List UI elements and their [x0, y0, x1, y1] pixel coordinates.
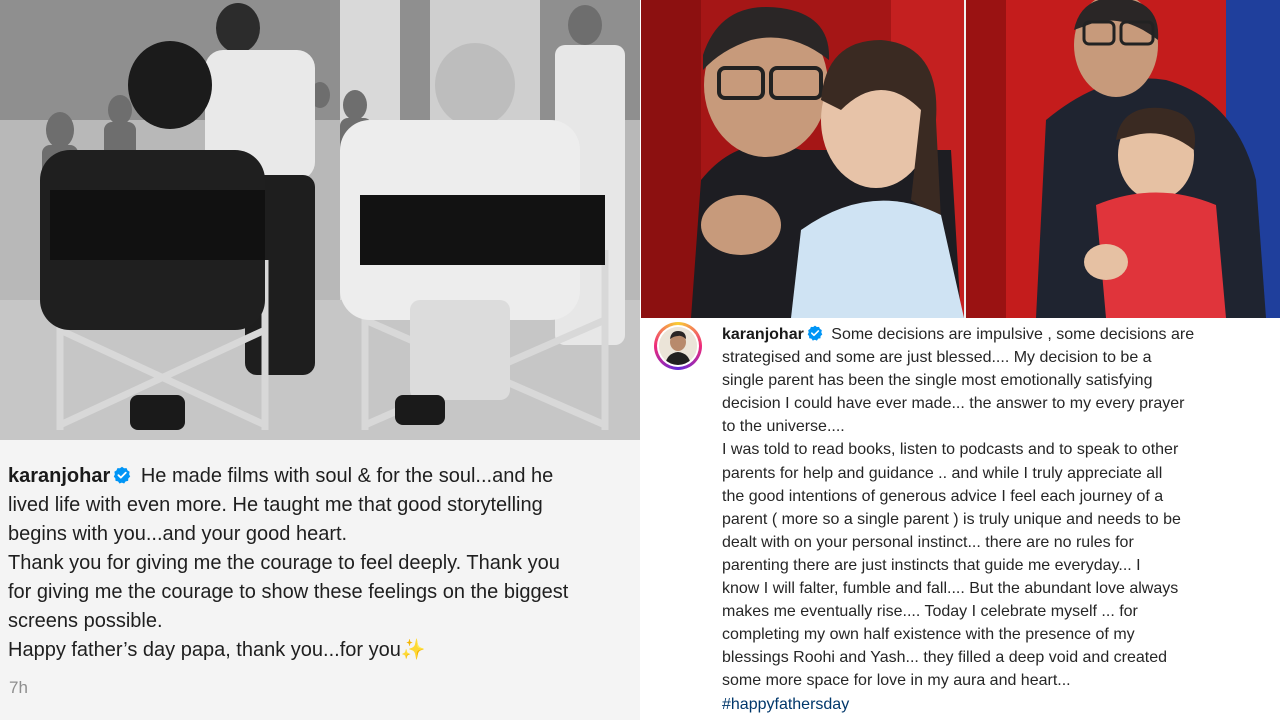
- caption-line: Some decisions are impulsive , some deci…: [831, 326, 1195, 343]
- post-photo-father-daughter[interactable]: [641, 0, 964, 318]
- caption-line: completing my own half existence with th…: [722, 626, 1135, 644]
- left-post: karanjohar He made films with soul & for…: [0, 0, 640, 720]
- sparkles-emoji-icon: ✨: [400, 639, 426, 661]
- caption-line: the good intentions of generous advice I…: [722, 487, 1164, 505]
- caption-line: single parent has been the single most e…: [722, 372, 1153, 390]
- hashtag-link[interactable]: #happyfathersday: [722, 693, 1274, 716]
- caption-line: decision I could have ever made... the a…: [722, 395, 1185, 413]
- caption-line: Thank you for giving me the courage to f…: [8, 552, 560, 574]
- verified-badge-icon: [113, 464, 131, 484]
- caption-line: begins with you...and your good heart.: [8, 523, 348, 545]
- right-post-caption: karanjohar Some decisions are impulsive …: [722, 323, 1274, 716]
- caption-line: makes me eventually rise.... Today I cel…: [722, 603, 1138, 621]
- caption-line: Happy father’s day papa, thank you...for…: [8, 639, 401, 661]
- username[interactable]: karanjohar: [722, 326, 804, 343]
- caption-line: parenting there are just instincts that …: [722, 556, 1141, 574]
- caption-line: dealt with on your personal instinct... …: [722, 533, 1134, 551]
- verified-badge-icon: [807, 325, 823, 341]
- left-post-caption: karanjohar He made films with soul & for…: [8, 462, 640, 665]
- caption-line: know I will falter, fumble and fall.... …: [722, 580, 1179, 598]
- post-photo-father-son[interactable]: [966, 0, 1280, 318]
- avatar-image: [659, 327, 697, 365]
- caption-line: parents for help and guidance .. and whi…: [722, 464, 1163, 482]
- caption-line: blessings Roohi and Yash... they filled …: [722, 649, 1168, 667]
- profile-avatar[interactable]: [654, 322, 702, 370]
- caption-line: He made films with soul & for the soul..…: [140, 465, 554, 487]
- username[interactable]: karanjohar: [8, 465, 110, 487]
- caption-line: screens possible.: [8, 610, 163, 632]
- caption-line: for giving me the courage to show these …: [8, 581, 569, 603]
- caption-line: some more space for love in my aura and …: [722, 672, 1071, 690]
- post-photo-black-and-white[interactable]: [0, 0, 640, 440]
- caption-line: parent ( more so a single parent ) is tr…: [722, 510, 1181, 528]
- caption-line: I was told to read books, listen to podc…: [722, 441, 1179, 459]
- caption-line: lived life with even more. He taught me …: [8, 494, 543, 516]
- post-timestamp[interactable]: 7h: [9, 678, 28, 698]
- right-post: karanjohar Some decisions are impulsive …: [641, 0, 1280, 720]
- caption-line: to the universe....: [722, 418, 845, 436]
- caption-line: strategised and some are just blessed...…: [722, 349, 1152, 367]
